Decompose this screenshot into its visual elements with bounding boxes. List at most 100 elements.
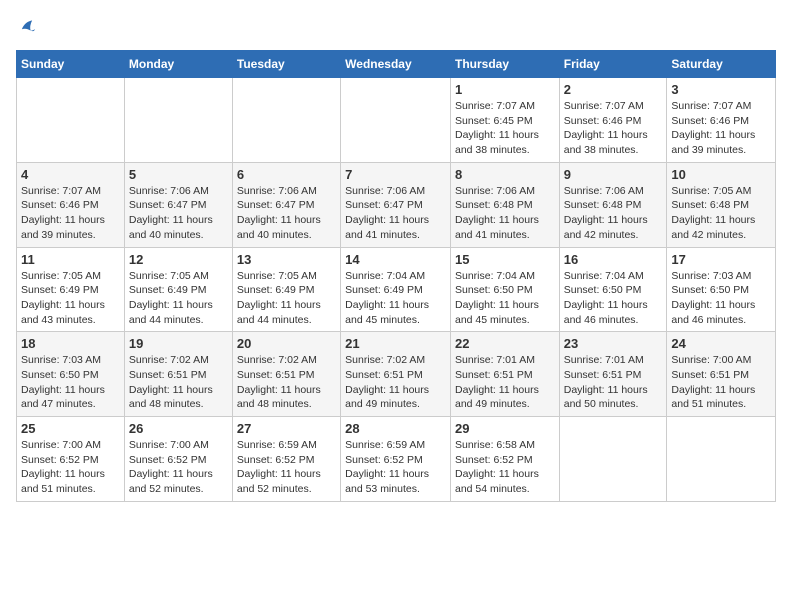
day-info: Sunrise: 7:06 AM Sunset: 6:47 PM Dayligh… [345, 184, 446, 243]
day-info: Sunrise: 7:02 AM Sunset: 6:51 PM Dayligh… [345, 353, 446, 412]
day-of-week-header: Wednesday [341, 51, 451, 78]
calendar-cell: 26 Sunrise: 7:00 AM Sunset: 6:52 PM Dayli… [124, 417, 232, 502]
day-number: 23 [564, 336, 663, 351]
calendar-week-row: 25 Sunrise: 7:00 AM Sunset: 6:52 PM Dayli… [17, 417, 776, 502]
day-info: Sunrise: 7:05 AM Sunset: 6:48 PM Dayligh… [671, 184, 771, 243]
day-info: Sunrise: 7:07 AM Sunset: 6:45 PM Dayligh… [455, 99, 555, 158]
day-of-week-header: Monday [124, 51, 232, 78]
day-number: 1 [455, 82, 555, 97]
day-info: Sunrise: 7:05 AM Sunset: 6:49 PM Dayligh… [237, 269, 336, 328]
day-number: 19 [129, 336, 228, 351]
day-number: 29 [455, 421, 555, 436]
day-info: Sunrise: 7:03 AM Sunset: 6:50 PM Dayligh… [21, 353, 120, 412]
day-number: 8 [455, 167, 555, 182]
day-info: Sunrise: 7:07 AM Sunset: 6:46 PM Dayligh… [671, 99, 771, 158]
day-info: Sunrise: 7:07 AM Sunset: 6:46 PM Dayligh… [564, 99, 663, 158]
calendar-cell: 14 Sunrise: 7:04 AM Sunset: 6:49 PM Dayli… [341, 247, 451, 332]
day-number: 12 [129, 252, 228, 267]
day-number: 24 [671, 336, 771, 351]
calendar-cell: 17 Sunrise: 7:03 AM Sunset: 6:50 PM Dayli… [667, 247, 776, 332]
calendar-cell: 27 Sunrise: 6:59 AM Sunset: 6:52 PM Dayli… [232, 417, 340, 502]
calendar-week-row: 18 Sunrise: 7:03 AM Sunset: 6:50 PM Dayli… [17, 332, 776, 417]
day-info: Sunrise: 6:59 AM Sunset: 6:52 PM Dayligh… [237, 438, 336, 497]
day-number: 16 [564, 252, 663, 267]
day-number: 7 [345, 167, 446, 182]
day-number: 3 [671, 82, 771, 97]
day-of-week-header: Sunday [17, 51, 125, 78]
calendar-cell: 4 Sunrise: 7:07 AM Sunset: 6:46 PM Daylig… [17, 162, 125, 247]
day-number: 27 [237, 421, 336, 436]
calendar-cell: 29 Sunrise: 6:58 AM Sunset: 6:52 PM Dayli… [450, 417, 559, 502]
calendar-cell: 12 Sunrise: 7:05 AM Sunset: 6:49 PM Dayli… [124, 247, 232, 332]
day-info: Sunrise: 7:07 AM Sunset: 6:46 PM Dayligh… [21, 184, 120, 243]
day-number: 4 [21, 167, 120, 182]
day-info: Sunrise: 7:00 AM Sunset: 6:52 PM Dayligh… [21, 438, 120, 497]
day-number: 10 [671, 167, 771, 182]
calendar-table: SundayMondayTuesdayWednesdayThursdayFrid… [16, 50, 776, 502]
day-info: Sunrise: 7:00 AM Sunset: 6:51 PM Dayligh… [671, 353, 771, 412]
calendar-cell: 3 Sunrise: 7:07 AM Sunset: 6:46 PM Daylig… [667, 78, 776, 163]
calendar-cell: 25 Sunrise: 7:00 AM Sunset: 6:52 PM Dayli… [17, 417, 125, 502]
calendar-cell: 18 Sunrise: 7:03 AM Sunset: 6:50 PM Dayli… [17, 332, 125, 417]
day-info: Sunrise: 7:06 AM Sunset: 6:47 PM Dayligh… [129, 184, 228, 243]
page-header [16, 16, 776, 38]
day-number: 17 [671, 252, 771, 267]
calendar-cell: 8 Sunrise: 7:06 AM Sunset: 6:48 PM Daylig… [450, 162, 559, 247]
day-info: Sunrise: 7:06 AM Sunset: 6:48 PM Dayligh… [564, 184, 663, 243]
day-info: Sunrise: 7:01 AM Sunset: 6:51 PM Dayligh… [455, 353, 555, 412]
calendar-cell: 15 Sunrise: 7:04 AM Sunset: 6:50 PM Dayli… [450, 247, 559, 332]
day-of-week-header: Saturday [667, 51, 776, 78]
calendar-cell: 13 Sunrise: 7:05 AM Sunset: 6:49 PM Dayli… [232, 247, 340, 332]
day-of-week-header: Thursday [450, 51, 559, 78]
calendar-cell: 28 Sunrise: 6:59 AM Sunset: 6:52 PM Dayli… [341, 417, 451, 502]
calendar-cell: 9 Sunrise: 7:06 AM Sunset: 6:48 PM Daylig… [559, 162, 667, 247]
calendar-week-row: 1 Sunrise: 7:07 AM Sunset: 6:45 PM Daylig… [17, 78, 776, 163]
calendar-cell [232, 78, 340, 163]
calendar-cell: 2 Sunrise: 7:07 AM Sunset: 6:46 PM Daylig… [559, 78, 667, 163]
day-info: Sunrise: 7:02 AM Sunset: 6:51 PM Dayligh… [237, 353, 336, 412]
day-number: 18 [21, 336, 120, 351]
calendar-cell: 19Sunrise: 7:02 AM Sunset: 6:51 PM Dayli… [124, 332, 232, 417]
day-of-week-header: Friday [559, 51, 667, 78]
day-number: 25 [21, 421, 120, 436]
day-info: Sunrise: 7:06 AM Sunset: 6:48 PM Dayligh… [455, 184, 555, 243]
day-number: 13 [237, 252, 336, 267]
logo [16, 16, 42, 38]
day-number: 21 [345, 336, 446, 351]
calendar-cell: 1 Sunrise: 7:07 AM Sunset: 6:45 PM Daylig… [450, 78, 559, 163]
day-info: Sunrise: 7:00 AM Sunset: 6:52 PM Dayligh… [129, 438, 228, 497]
calendar-week-row: 4 Sunrise: 7:07 AM Sunset: 6:46 PM Daylig… [17, 162, 776, 247]
day-info: Sunrise: 7:01 AM Sunset: 6:51 PM Dayligh… [564, 353, 663, 412]
calendar-header-row: SundayMondayTuesdayWednesdayThursdayFrid… [17, 51, 776, 78]
calendar-cell: 20 Sunrise: 7:02 AM Sunset: 6:51 PM Dayli… [232, 332, 340, 417]
day-info: Sunrise: 7:05 AM Sunset: 6:49 PM Dayligh… [129, 269, 228, 328]
day-number: 2 [564, 82, 663, 97]
calendar-cell: 7 Sunrise: 7:06 AM Sunset: 6:47 PM Daylig… [341, 162, 451, 247]
calendar-cell: 23 Sunrise: 7:01 AM Sunset: 6:51 PM Dayli… [559, 332, 667, 417]
calendar-cell [559, 417, 667, 502]
day-number: 6 [237, 167, 336, 182]
day-number: 14 [345, 252, 446, 267]
day-of-week-header: Tuesday [232, 51, 340, 78]
day-number: 22 [455, 336, 555, 351]
day-info: Sunrise: 7:05 AM Sunset: 6:49 PM Dayligh… [21, 269, 120, 328]
logo-icon [16, 16, 38, 38]
day-info: Sunrise: 7:03 AM Sunset: 6:50 PM Dayligh… [671, 269, 771, 328]
calendar-week-row: 11Sunrise: 7:05 AM Sunset: 6:49 PM Dayli… [17, 247, 776, 332]
day-number: 9 [564, 167, 663, 182]
day-info: Sunrise: 7:04 AM Sunset: 6:50 PM Dayligh… [564, 269, 663, 328]
calendar-cell: 10 Sunrise: 7:05 AM Sunset: 6:48 PM Dayli… [667, 162, 776, 247]
calendar-cell [17, 78, 125, 163]
day-info: Sunrise: 7:04 AM Sunset: 6:50 PM Dayligh… [455, 269, 555, 328]
calendar-cell [124, 78, 232, 163]
calendar-cell: 21 Sunrise: 7:02 AM Sunset: 6:51 PM Dayli… [341, 332, 451, 417]
day-number: 28 [345, 421, 446, 436]
day-number: 20 [237, 336, 336, 351]
calendar-cell: 22 Sunrise: 7:01 AM Sunset: 6:51 PM Dayli… [450, 332, 559, 417]
day-info: Sunrise: 6:58 AM Sunset: 6:52 PM Dayligh… [455, 438, 555, 497]
calendar-cell: 6Sunrise: 7:06 AM Sunset: 6:47 PM Daylig… [232, 162, 340, 247]
day-info: Sunrise: 7:04 AM Sunset: 6:49 PM Dayligh… [345, 269, 446, 328]
day-number: 26 [129, 421, 228, 436]
day-info: Sunrise: 6:59 AM Sunset: 6:52 PM Dayligh… [345, 438, 446, 497]
day-number: 15 [455, 252, 555, 267]
